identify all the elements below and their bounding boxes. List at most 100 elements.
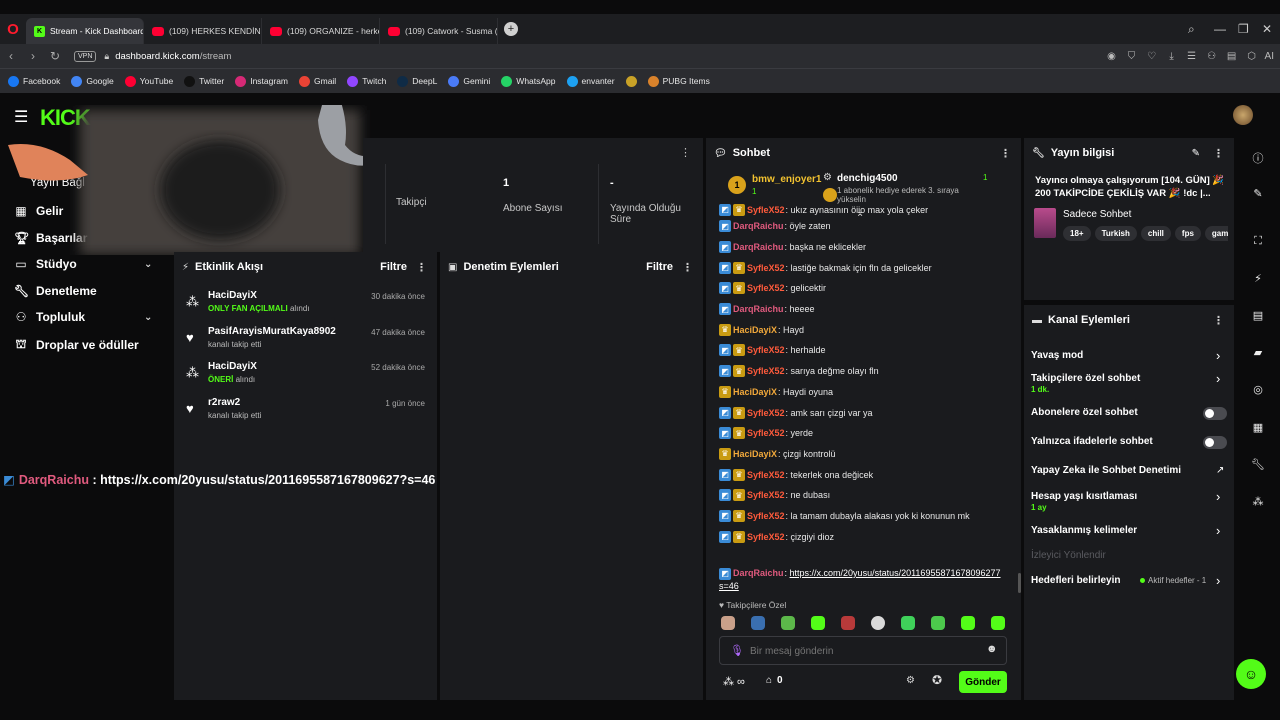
channel-points[interactable]: ⁂ ∞ [723, 675, 745, 689]
restore-icon[interactable]: ❐ [1238, 14, 1249, 44]
bookmark-youtube[interactable]: YouTube [124, 75, 173, 87]
emote-icon[interactable] [991, 616, 1005, 630]
emote-icon[interactable] [721, 616, 735, 630]
chat-username[interactable]: DarqRaichu [733, 304, 784, 314]
edit-icon[interactable]: ✎ [1192, 148, 1200, 159]
close-window-icon[interactable]: ✕ [1262, 14, 1272, 44]
activity-filter-button[interactable]: Filtre [380, 261, 407, 273]
url-field[interactable]: dashboard.kick.com/stream [115, 51, 231, 62]
kick-points-icon[interactable]: ⁂ [1250, 495, 1266, 508]
chat-bubble-icon[interactable]: ▰ [1250, 346, 1266, 359]
broadcast-icon[interactable]: ◎ [1250, 383, 1266, 396]
chevron-right-icon[interactable]: › [1216, 573, 1220, 588]
channel-action-6[interactable]: Yasaklanmış kelimeler [1031, 525, 1137, 536]
bookmark-twitter[interactable]: Twitter [184, 75, 224, 87]
chat-username[interactable]: SyfleX52 [747, 205, 785, 215]
bookmark-deepl[interactable]: DeepL [397, 75, 437, 87]
chat-username[interactable]: DarqRaichu [733, 242, 784, 252]
support-chat-icon[interactable]: ☺ [1236, 659, 1266, 689]
chat-username[interactable]: SyfleX52 [747, 283, 785, 293]
chat-message[interactable]: ♛ HaciDayiX: çizgi kontrolü [719, 444, 1019, 465]
document-icon[interactable]: ▤ [1250, 309, 1266, 322]
chevron-right-icon[interactable]: › [1216, 489, 1220, 504]
emoji-icon[interactable]: ☻ [986, 643, 998, 655]
back-icon[interactable]: ‹ [0, 49, 22, 63]
emote-icon[interactable] [781, 616, 795, 630]
more-icon[interactable]: ⋮ [1000, 147, 1011, 160]
chat-username[interactable]: SyfleX52 [747, 428, 785, 438]
bookmark-google[interactable]: Google [71, 75, 114, 87]
more-icon[interactable]: ⋮ [682, 261, 693, 274]
chat-message[interactable]: ◩ ♛ SyfleX52: gelicektir [719, 278, 1019, 299]
chat-message[interactable]: ◩ DarqRaichu: öyle zaten [719, 216, 1019, 237]
sidebar-item-drops[interactable]: ⛫ Droplar ve ödüller [14, 337, 138, 353]
more-icon[interactable]: ⋮ [416, 261, 427, 274]
activity-username[interactable]: HaciDayiX [208, 361, 257, 372]
activity-username[interactable]: r2raw2 [208, 397, 240, 408]
aria-icon[interactable]: AI [1265, 51, 1274, 62]
chat-link[interactable]: https://x.com/20yusu/status/201169558716… [790, 568, 1001, 578]
emote-icon[interactable] [871, 616, 885, 630]
chat-username[interactable]: HaciDayiX [733, 387, 777, 397]
chat-username[interactable]: SyfleX52 [747, 263, 785, 273]
tab-youtube-1[interactable]: (109) HERKES KENDİNE YA [144, 18, 262, 44]
stats-more-icon[interactable]: ⋮ [680, 146, 691, 159]
activity-item[interactable]: ⁂ HaciDayiX ÖNERİ alındı 52 dakika önce [184, 361, 427, 393]
chat-message[interactable]: ◩ DarqRaichu: başka ne eklicekler [719, 237, 1019, 258]
stream-tag[interactable]: 18+ [1063, 226, 1091, 241]
sidebar-item-community[interactable]: ⚇ Topluluk ⌄ [14, 310, 164, 324]
reload-icon[interactable]: ↻ [44, 49, 66, 63]
chat-username[interactable]: SyfleX52 [747, 345, 785, 355]
activity-username[interactable]: PasifArayisMuratKaya8902 [208, 326, 336, 337]
more-icon[interactable]: ⋮ [1213, 147, 1224, 160]
activity-item[interactable]: ⁂ HaciDayiX ONLY FAN AÇILMALI alındı 30 dak… [184, 290, 427, 322]
chat-message[interactable]: ◩ DarqRaichu: heeee [719, 299, 1019, 320]
bookmark-twitch[interactable]: Twitch [347, 75, 386, 87]
chat-scrollbar[interactable] [1018, 573, 1021, 593]
send-button[interactable]: Gönder [959, 671, 1007, 693]
channel-action-3[interactable]: Yalnızca ifadelerle sohbet [1031, 436, 1153, 447]
minimize-icon[interactable]: — [1214, 14, 1226, 44]
chat-username[interactable]: SyfleX52 [747, 490, 785, 500]
bookmark-pubg-items[interactable]: PUBG Items [647, 75, 710, 87]
top-gifter-1[interactable]: bmw_enjoyer1 [752, 174, 821, 185]
easy-setup-icon[interactable]: ☰ [1185, 51, 1199, 62]
bookmark-facebook[interactable]: Facebook [8, 75, 60, 87]
archive-icon[interactable]: ▦ [1250, 421, 1266, 434]
channel-action-1[interactable]: Takipçilere özel sohbet 1 dk. [1031, 373, 1140, 394]
chevron-right-icon[interactable]: › [1216, 371, 1220, 386]
rewards-icon[interactable]: ✪ [932, 673, 942, 687]
chat-input[interactable] [750, 642, 970, 660]
chat-message[interactable]: ◩ ♛ SyfleX52: sarıya değme olayı fln [719, 361, 1019, 382]
channel-action-0[interactable]: Yavaş mod [1031, 350, 1083, 361]
forward-icon[interactable]: › [22, 49, 44, 63]
vpn-badge[interactable]: VPN [74, 50, 97, 62]
channel-action-7[interactable]: İzleyici Yönlendir [1031, 550, 1106, 561]
chat-message[interactable]: ♛ HaciDayiX: Haydi oyuna [719, 382, 1019, 403]
stream-category[interactable]: Sadece Sohbet [1063, 209, 1131, 220]
chat-username[interactable]: SyfleX52 [747, 470, 785, 480]
channel-action-4[interactable]: Yapay Zeka ile Sohbet Denetimi [1031, 465, 1181, 476]
emote-icon[interactable] [961, 616, 975, 630]
info-icon[interactable]: ⓘ [1250, 150, 1266, 166]
tab-search-icon[interactable]: ⌕ [1188, 14, 1195, 44]
microphone-icon[interactable]: 🎙︎ [730, 644, 744, 657]
new-tab-button[interactable]: + [504, 22, 518, 36]
chat-message[interactable]: ◩ ♛ SyfleX52: herhalde [719, 340, 1019, 361]
stream-tag[interactable]: fps [1174, 226, 1201, 241]
emote-icon[interactable] [841, 616, 855, 630]
stream-tag[interactable]: gaming [1204, 226, 1228, 241]
opera-menu-icon[interactable]: O [0, 14, 26, 44]
stream-tag[interactable]: Turkish [1094, 226, 1137, 241]
chevron-right-icon[interactable]: › [1216, 348, 1220, 363]
chat-message[interactable]: ◩ ♛ SyfleX52: ne dubası [719, 485, 1019, 506]
sidebar-item-moderation[interactable]: 🔧︎ Denetleme [14, 284, 97, 298]
lock-icon[interactable]: 🔒︎ [104, 51, 109, 62]
bookmark-envanter[interactable]: envanter [566, 75, 615, 87]
tab-youtube-2[interactable]: (109) ORGANIZE - herke [262, 18, 380, 44]
chat-username[interactable]: SyfleX52 [747, 408, 785, 418]
chat-username[interactable]: SyfleX52 [747, 511, 785, 521]
tab-kick-dashboard[interactable]: K Stream - Kick Dashboard [26, 18, 144, 44]
more-icon[interactable]: ⋮ [1213, 314, 1224, 327]
bookmark-gmail[interactable]: Gmail [299, 75, 336, 87]
